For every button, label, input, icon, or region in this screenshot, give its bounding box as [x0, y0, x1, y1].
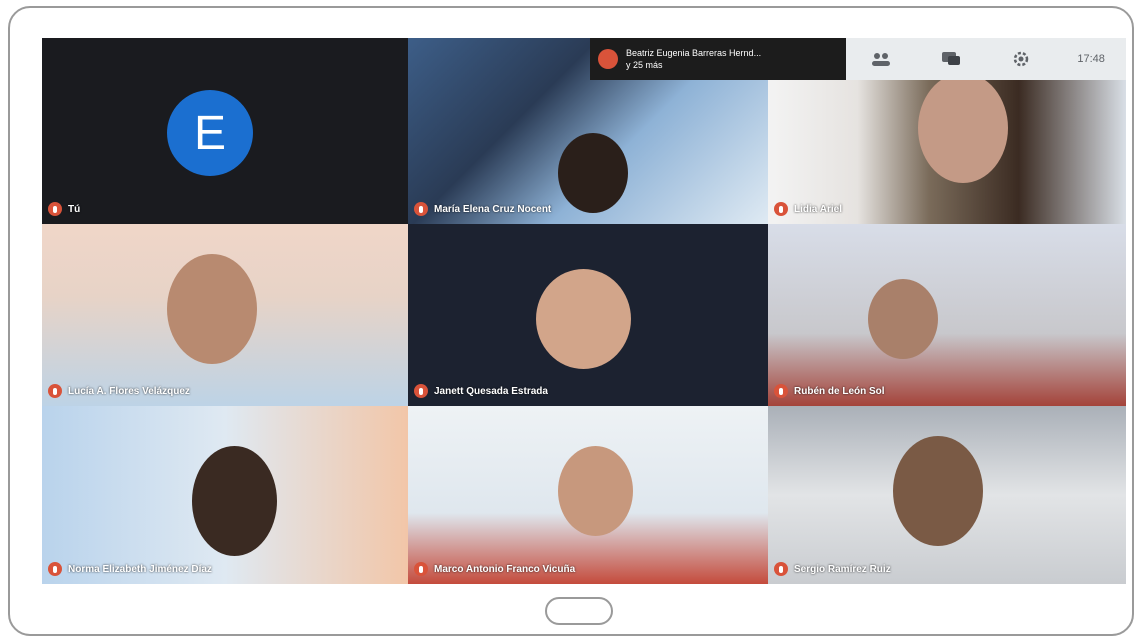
chat-icon[interactable] [937, 45, 965, 73]
participant-name: María Elena Cruz Nocent [434, 203, 552, 215]
participant-name: Marco Antonio Franco Vicuña [434, 563, 576, 575]
presenter-status: y 25 más [626, 60, 663, 70]
participant-label: Tú [48, 202, 80, 216]
participant-silhouette [868, 279, 938, 359]
participant-label: Lidia Ariel [774, 202, 842, 216]
participant-name: Tú [68, 203, 81, 215]
video-tile[interactable]: Janett Quesada Estrada [408, 224, 768, 406]
participant-name: Norma Elizabeth Jiménez Díaz [68, 563, 212, 575]
participant-label: Rubén de León Sol [774, 384, 885, 398]
presenter-name: Beatriz Eugenia Barreras Hernd... [626, 48, 762, 58]
participant-silhouette [192, 446, 277, 556]
mic-muted-icon [414, 202, 428, 216]
presenter-banner[interactable]: Beatriz Eugenia Barreras Hernd... y 25 m… [590, 38, 846, 80]
video-tile[interactable]: Rubén de León Sol [768, 224, 1126, 406]
mic-muted-icon [774, 202, 788, 216]
mic-muted-icon [48, 384, 62, 398]
people-icon[interactable] [867, 45, 895, 73]
avatar: E [167, 90, 253, 176]
video-feed [768, 224, 1126, 406]
avatar-letter: E [193, 106, 226, 160]
participant-label: Janett Quesada Estrada [414, 384, 548, 398]
meeting-controls: 17:48 [846, 38, 1126, 80]
participant-name: Janett Quesada Estrada [434, 385, 548, 397]
gear-icon[interactable] [1007, 45, 1035, 73]
participant-name: Lucía A. Flores Velázquez [68, 385, 190, 397]
participant-label: Marco Antonio Franco Vicuña [414, 562, 575, 576]
meeting-screen: E Tú María Elena Cruz Nocent Lidia Ariel [42, 38, 1126, 584]
participant-label: Sergio Ramírez Ruiz [774, 562, 891, 576]
meeting-topbar: Beatriz Eugenia Barreras Hernd... y 25 m… [590, 38, 1126, 80]
video-tile[interactable]: Norma Elizabeth Jiménez Díaz [42, 406, 408, 584]
video-tile[interactable]: Marco Antonio Franco Vicuña [408, 406, 768, 584]
mic-muted-icon [414, 562, 428, 576]
participant-label: Norma Elizabeth Jiménez Díaz [48, 562, 212, 576]
mic-muted-icon [774, 562, 788, 576]
home-button[interactable] [545, 597, 613, 625]
video-tile[interactable]: Lucía A. Flores Velázquez [42, 224, 408, 406]
participant-name: Sergio Ramírez Ruiz [794, 563, 891, 575]
participant-silhouette [558, 446, 633, 536]
presenter-avatar [598, 49, 618, 69]
mic-muted-icon [774, 384, 788, 398]
mic-muted-icon [48, 562, 62, 576]
participant-silhouette [893, 436, 983, 546]
participant-silhouette [918, 73, 1008, 183]
video-tile[interactable]: Sergio Ramírez Ruiz [768, 406, 1126, 584]
video-tile-self[interactable]: E Tú [42, 38, 408, 224]
participant-label: María Elena Cruz Nocent [414, 202, 551, 216]
participant-name: Lidia Ariel [794, 203, 842, 215]
clock: 17:48 [1077, 53, 1105, 65]
mic-muted-icon [414, 384, 428, 398]
video-grid: E Tú María Elena Cruz Nocent Lidia Ariel [42, 38, 1126, 584]
participant-name: Rubén de León Sol [794, 385, 885, 397]
participant-silhouette [558, 133, 628, 213]
participant-label: Lucía A. Flores Velázquez [48, 384, 190, 398]
participant-silhouette [536, 269, 631, 369]
mic-muted-icon [48, 202, 62, 216]
participant-silhouette [167, 254, 257, 364]
